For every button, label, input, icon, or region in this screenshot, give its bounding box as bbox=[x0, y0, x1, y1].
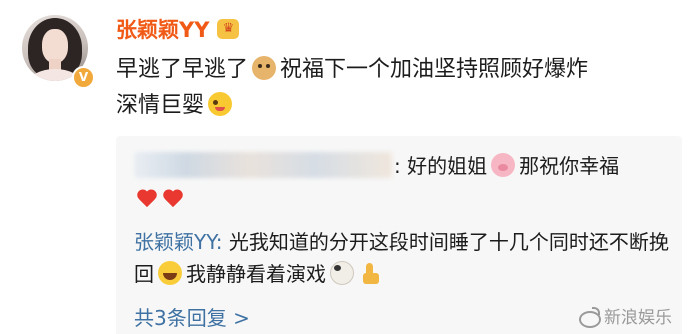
crown-icon: ♛ bbox=[217, 19, 240, 39]
heart-icon bbox=[136, 190, 158, 210]
hearts-row bbox=[136, 190, 184, 210]
post-header: 张颖颖YY ♛ bbox=[116, 14, 240, 44]
laugh-emoji-icon bbox=[158, 261, 182, 285]
cow-emoji-icon bbox=[330, 261, 354, 285]
reply-author-name[interactable]: 张颖颖YY bbox=[134, 230, 216, 254]
thumbs-up-icon bbox=[360, 263, 382, 285]
more-replies-link[interactable]: 共3条回复 > bbox=[134, 302, 250, 331]
reply-item-1: : 好的姐姐 那祝你幸福 bbox=[134, 150, 619, 182]
reply-2-part-2: 我静静看着演戏 bbox=[186, 262, 326, 286]
blurred-username bbox=[134, 152, 392, 178]
reply-1-part-2: 那祝你幸福 bbox=[519, 154, 620, 178]
reply-item-2: 张颖颖YY: 光我知道的分开这段时间睡了十几个同时还不断挽回 我静静看着演戏 bbox=[134, 226, 674, 290]
watermark: 新浪娱乐 bbox=[578, 303, 672, 328]
comment-text: 早逃了早逃了 祝福下一个加油坚持照顾好爆炸 深情巨婴 bbox=[116, 52, 676, 124]
watermark-text: 新浪娱乐 bbox=[604, 308, 672, 328]
dog-emoji-icon bbox=[252, 56, 277, 80]
pig-emoji-icon bbox=[491, 153, 516, 177]
author-name[interactable]: 张颖颖YY bbox=[116, 14, 209, 44]
comment-part-1: 早逃了早逃了 bbox=[116, 57, 249, 82]
comment-part-3: 深情巨婴 bbox=[116, 93, 205, 118]
reply-author-colon: : bbox=[215, 230, 223, 254]
heart-icon bbox=[162, 190, 184, 210]
avatar-face bbox=[42, 29, 68, 63]
reply-1-part-1: 好的姐姐 bbox=[407, 154, 488, 178]
verified-badge-icon: V bbox=[72, 66, 95, 89]
comment-part-2: 祝福下一个加油坚持照顾好爆炸 bbox=[280, 57, 589, 82]
wink-emoji-icon bbox=[208, 92, 233, 116]
reply-colon: : bbox=[394, 154, 401, 178]
weibo-logo-icon bbox=[578, 306, 601, 328]
